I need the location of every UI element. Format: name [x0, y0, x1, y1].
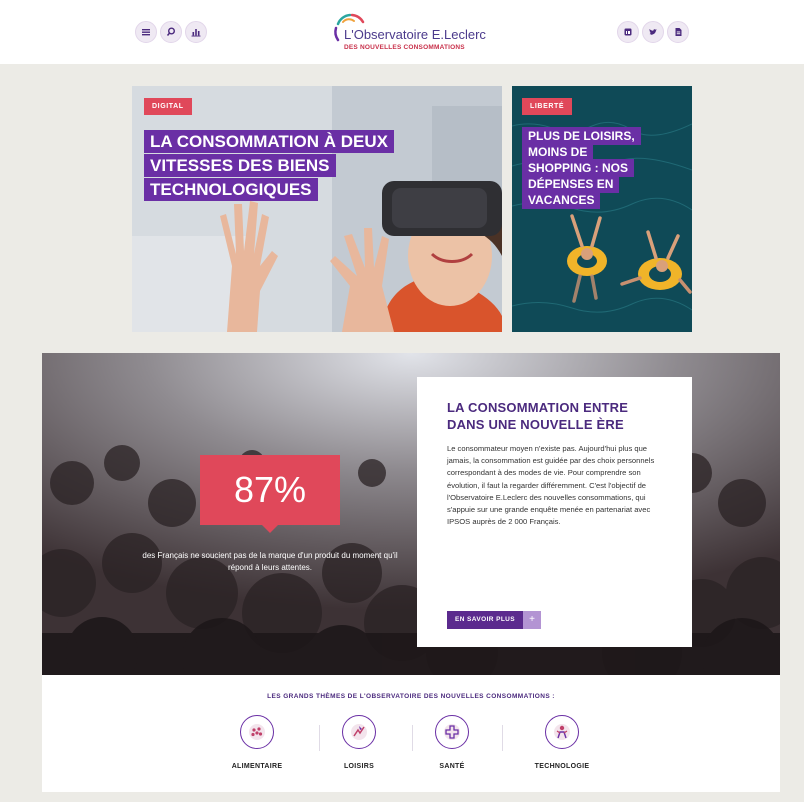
stat-percentage: 87% — [200, 455, 340, 525]
stat-pointer — [262, 525, 278, 533]
card-headline[interactable]: LA CONSOMMATION À DEUX VITESSES DES BIEN… — [144, 130, 404, 202]
intro-panel: LA CONSOMMATION ENTRE DANS UNE NOUVELLE … — [417, 377, 692, 647]
technology-icon[interactable] — [545, 715, 579, 749]
theme-alimentaire[interactable]: ALIMENTAIRE — [212, 715, 302, 770]
swimmers-image — [512, 86, 692, 332]
panel-body: Le consommateur moyen n'existe pas. Aujo… — [447, 444, 655, 527]
vr-woman-image — [132, 86, 502, 332]
site-header: L'Observatoire E.Leclerc DES NOUVELLES C… — [0, 0, 804, 64]
linkedin-icon[interactable] — [617, 21, 639, 43]
learn-more-label[interactable]: EN SAVOIR PLUS — [447, 611, 524, 629]
card-tag: DIGITAL — [144, 98, 192, 115]
featured-card-digital[interactable]: DIGITAL LA CONSOMMATION À DEUX VITESSES … — [132, 86, 502, 332]
health-icon[interactable] — [435, 715, 469, 749]
theme-sante[interactable]: SANTÉ — [407, 715, 497, 770]
card-tag: LIBERTÉ — [522, 98, 573, 115]
site-logo[interactable]: L'Observatoire E.Leclerc DES NOUVELLES C… — [330, 10, 490, 54]
learn-more-button[interactable]: EN SAVOIR PLUS + — [447, 611, 542, 629]
theme-technologie[interactable]: TECHNOLOGIE — [517, 715, 607, 770]
theme-label: SANTÉ — [439, 763, 465, 770]
themes-section: LES GRANDS THÈMES DE L'OBSERVATOIRE DES … — [42, 675, 780, 792]
plus-icon[interactable]: + — [523, 611, 542, 629]
twitter-icon[interactable] — [642, 21, 664, 43]
card-headline[interactable]: PLUS DE LOISIRS, MOINS DE SHOPPING : NOS… — [522, 127, 652, 209]
chart-icon[interactable] — [185, 21, 207, 43]
document-icon[interactable] — [667, 21, 689, 43]
themes-title: LES GRANDS THÈMES DE L'OBSERVATOIRE DES … — [267, 693, 555, 700]
logo-name: L'Observatoire E.Leclerc — [344, 27, 486, 42]
logo-subtitle: DES NOUVELLES CONSOMMATIONS — [344, 44, 465, 51]
theme-label: LOISIRS — [343, 763, 375, 770]
stat-description: des Français ne soucient pas de la marqu… — [142, 551, 398, 572]
featured-card-liberte[interactable]: LIBERTÉ PLUS DE LOISIRS, MOINS DE SHOPPI… — [512, 86, 692, 332]
panel-title: LA CONSOMMATION ENTRE DANS UNE NOUVELLE … — [447, 400, 629, 432]
theme-label: ALIMENTAIRE — [231, 763, 283, 770]
theme-divider — [502, 725, 503, 751]
search-icon[interactable] — [160, 21, 182, 43]
food-icon[interactable] — [240, 715, 274, 749]
menu-icon[interactable] — [135, 21, 157, 43]
theme-label: TECHNOLOGIE — [534, 763, 590, 770]
leisure-icon[interactable] — [342, 715, 376, 749]
theme-loisirs[interactable]: LOISIRS — [314, 715, 404, 770]
